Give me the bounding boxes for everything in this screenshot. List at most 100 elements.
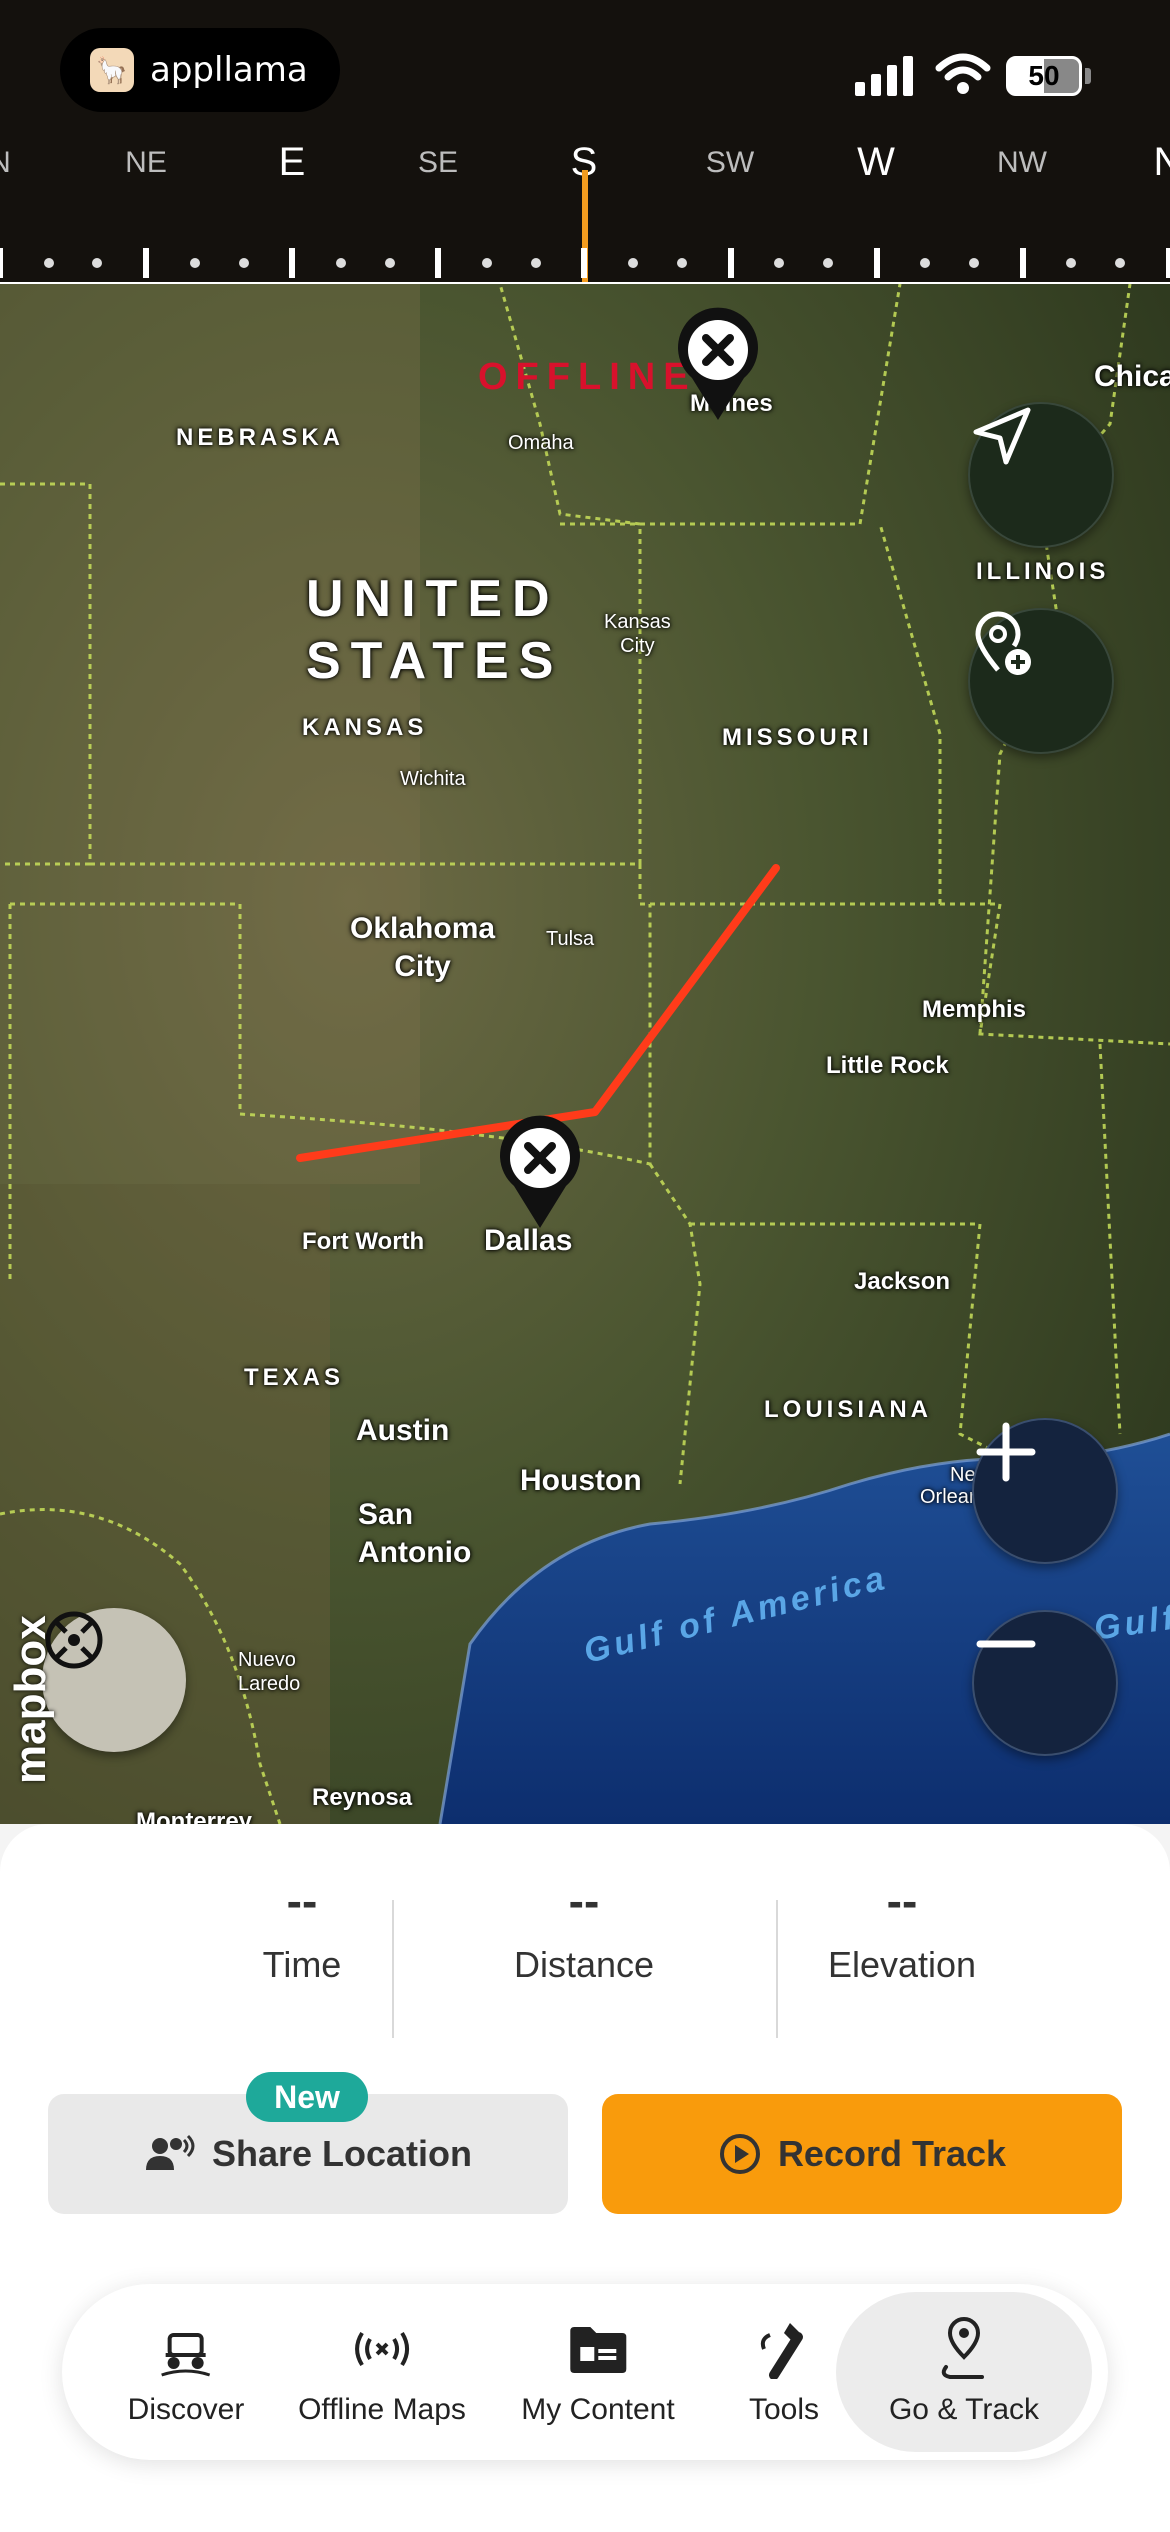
compass-tick [581,248,588,278]
app-switcher-pill[interactable]: 🦙 appllama [60,28,340,112]
waypoint-pin-des-moines[interactable] [672,304,764,424]
city-label-fort-worth: Fort Worth [302,1228,425,1255]
new-badge: New [246,2072,368,2122]
offroad-vehicle-icon [154,2317,218,2381]
compass-label-sw: SW [705,146,755,179]
zoom-in-button[interactable] [972,1418,1118,1564]
okc-line1: Oklahoma [350,912,496,945]
tools-icon [752,2317,816,2381]
add-pin-icon [975,611,1031,675]
tab-my-content[interactable]: My Content [521,2284,675,2460]
compass-dot [43,258,54,268]
city-label-memphis: Memphis [922,996,1027,1023]
battery-nub [1085,68,1091,84]
stat-time-value: -- [286,1875,318,1927]
compass-tick [1019,248,1026,278]
compass-dot [530,258,541,268]
tab-tools-label: Tools [748,2393,820,2426]
kansas-city-line2: City [620,635,655,657]
stat-distance-value: -- [568,1875,600,1927]
country-label-line1: UNITED [306,570,560,628]
compass-dot [92,258,103,268]
map-view[interactable]: OFFLINE NEBRASKA Omaha Moines Chica UNIT… [0,284,1170,1824]
tab-discover[interactable]: Discover [127,2284,245,2460]
stat-elevation-label: Elevation [827,1944,977,1985]
tab-discover-label: Discover [127,2393,245,2426]
tab-tools[interactable]: Tools [749,2284,819,2460]
city-label-kansas-city: Kansas City [604,610,671,658]
nuevo-laredo-line2: Laredo [238,1673,301,1695]
compass-dot [1115,258,1126,268]
status-bar: 🦙 appllama 50 [0,0,1170,140]
compass-label-w: W [857,140,895,184]
stat-distance: -- Distance [514,1874,654,1986]
compass-dot [482,258,492,268]
compass-label-se: SE [417,146,459,179]
stat-elevation: -- Elevation [828,1874,976,1986]
offline-signal-icon [350,2317,414,2381]
stat-time: -- Time [263,1874,342,1986]
compass-label-n: N [0,146,11,180]
state-label-illinois: ILLINOIS [976,558,1110,585]
map-style-button[interactable] [42,1608,186,1752]
cellular-signal-icon [855,56,913,96]
stat-divider [776,1900,778,2038]
compass-dot [920,258,931,268]
nuevo-laredo-line1: Nuevo [238,1649,296,1671]
compass-dot [384,258,395,268]
country-label-line2: STATES [306,632,564,690]
track-bottom-sheet: -- Time -- Distance -- Elevation Share L… [0,1824,1170,2532]
compass-dot [238,258,249,268]
compass-tick [289,248,296,278]
city-label-little-rock: Little Rock [826,1052,949,1079]
city-label-tulsa: Tulsa [546,928,595,950]
battery-level: 50 [1028,60,1060,91]
city-label-reynosa: Reynosa [312,1784,413,1811]
share-people-icon [145,2134,195,2170]
stat-distance-label: Distance [513,1944,655,1985]
compass-strip: N NE E SE S SW W NW N [0,140,1170,284]
compass-dot [628,258,639,268]
city-label-omaha: Omaha [508,432,574,454]
battery-icon: 50 [1006,56,1082,96]
compass-label-ne: NE [125,146,167,179]
tab-go-track[interactable]: Go & Track [836,2292,1092,2452]
compass-tick [0,248,3,278]
mapbox-attribution[interactable]: mapbox [6,1615,56,1784]
tab-offline-maps-label: Offline Maps [298,2393,466,2426]
stat-divider [392,1900,394,2038]
state-label-missouri: MISSOURI [722,724,873,751]
llama-logo-icon: 🦙 [90,48,134,92]
waypoint-pin-dallas[interactable] [494,1112,586,1232]
app-name: appllama [150,50,308,90]
compass-tick [143,248,150,278]
record-track-label: Record Track [777,2133,1007,2174]
state-label-kansas: KANSAS [302,714,428,741]
city-label-houston: Houston [520,1464,642,1497]
tab-offline-maps[interactable]: Offline Maps [298,2284,466,2460]
san-antonio-line2: Antonio [358,1536,472,1569]
country-label: UNITED STATES [306,568,563,692]
city-label-san-antonio: San Antonio [358,1496,471,1572]
tab-my-content-label: My Content [521,2393,675,2426]
compass-dot [822,258,833,268]
city-label-wichita: Wichita [400,768,466,790]
folder-icon [566,2317,630,2381]
state-label-louisiana: LOUISIANA [764,1396,932,1423]
compass-dot [189,258,200,268]
add-waypoint-button[interactable] [968,608,1114,754]
compass-dot [969,258,979,268]
locate-me-button[interactable] [968,402,1114,548]
offline-indicator: OFFLINE [478,356,697,398]
record-track-button[interactable]: Record Track [602,2094,1122,2214]
play-circle-icon [719,2134,760,2174]
state-label-nebraska: NEBRASKA [176,424,345,451]
compass-tick [1165,248,1170,278]
zoom-out-button[interactable] [972,1610,1118,1756]
state-label-texas: TEXAS [244,1364,345,1391]
city-label-monterrey: Monterrey [136,1808,253,1824]
compass-label-nw: NW [997,146,1047,179]
stat-time-label: Time [262,1944,342,1985]
city-label-nuevo-laredo: Nuevo Laredo [238,1648,300,1696]
compass-dot [676,258,687,268]
